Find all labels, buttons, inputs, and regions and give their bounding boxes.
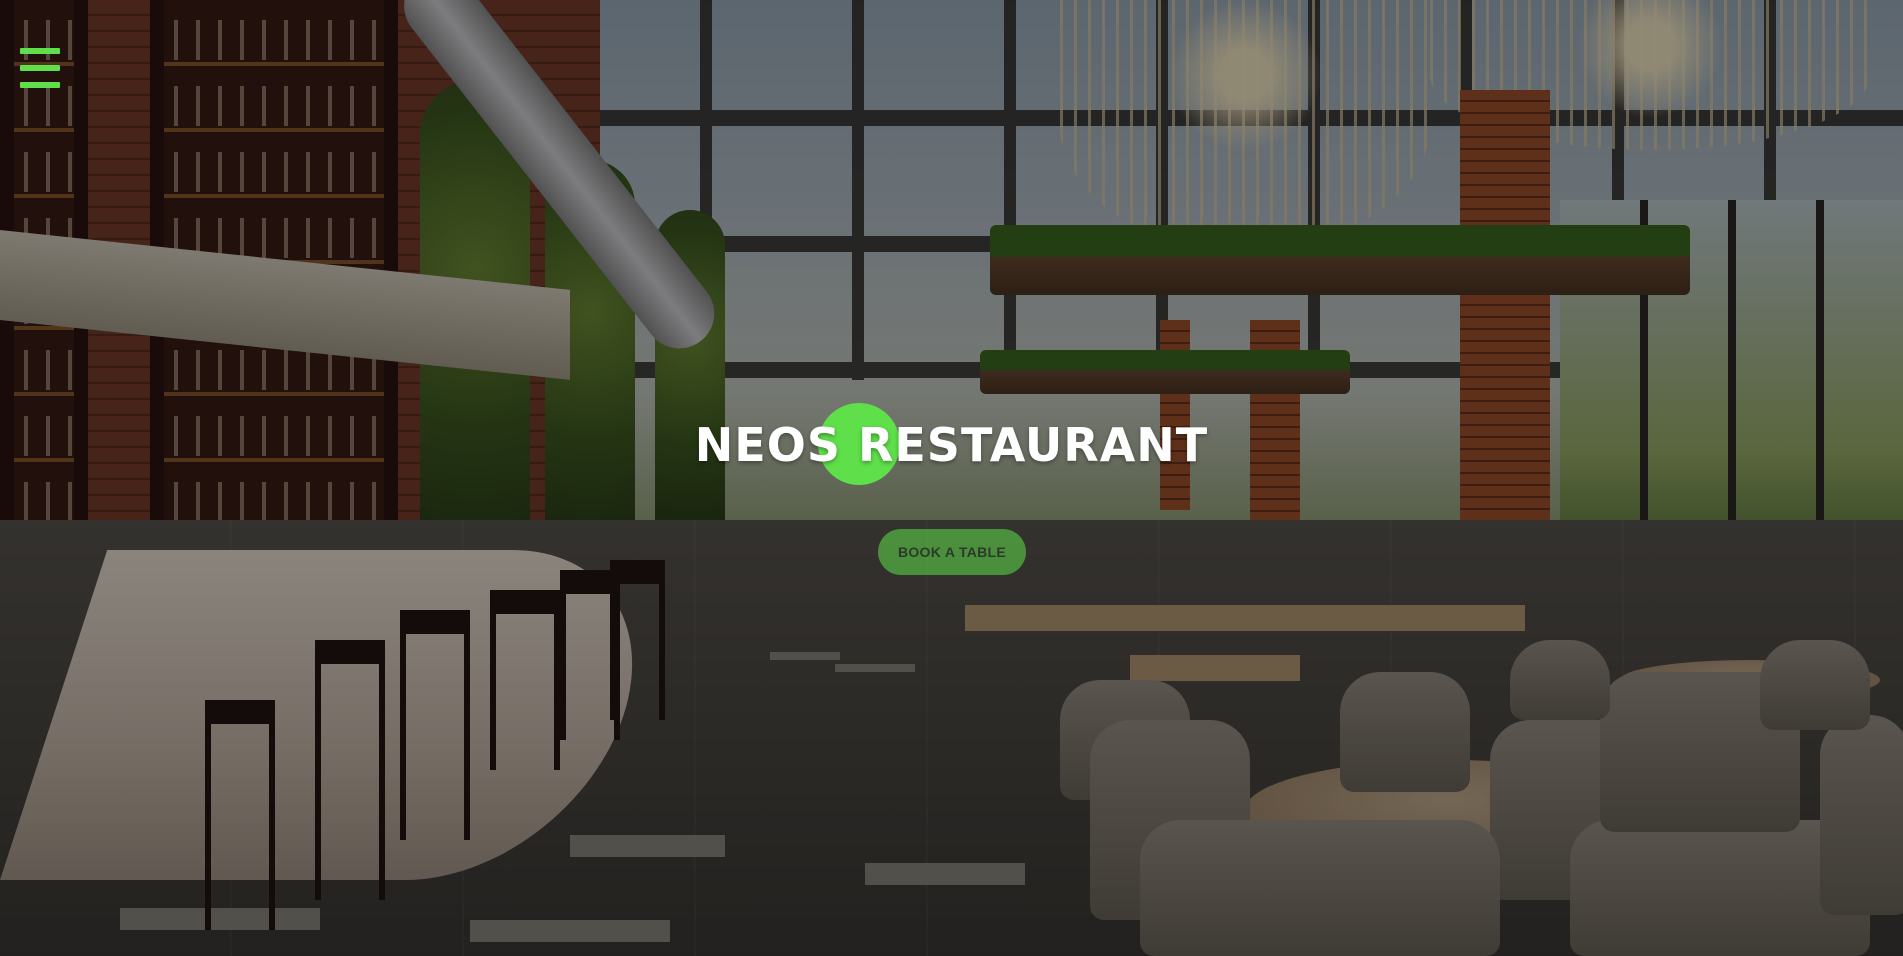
- hamburger-menu-icon[interactable]: [20, 48, 60, 88]
- hero-section: NEOS RESTAURANT BOOK A TABLE: [0, 0, 1903, 956]
- menu-bar-top: [20, 48, 60, 54]
- menu-bar-middle: [20, 65, 60, 71]
- hero-dark-overlay: [0, 0, 1903, 956]
- menu-bar-bottom: [20, 82, 60, 88]
- book-a-table-button[interactable]: BOOK A TABLE: [878, 529, 1026, 575]
- page-title: NEOS RESTAURANT: [694, 418, 1209, 472]
